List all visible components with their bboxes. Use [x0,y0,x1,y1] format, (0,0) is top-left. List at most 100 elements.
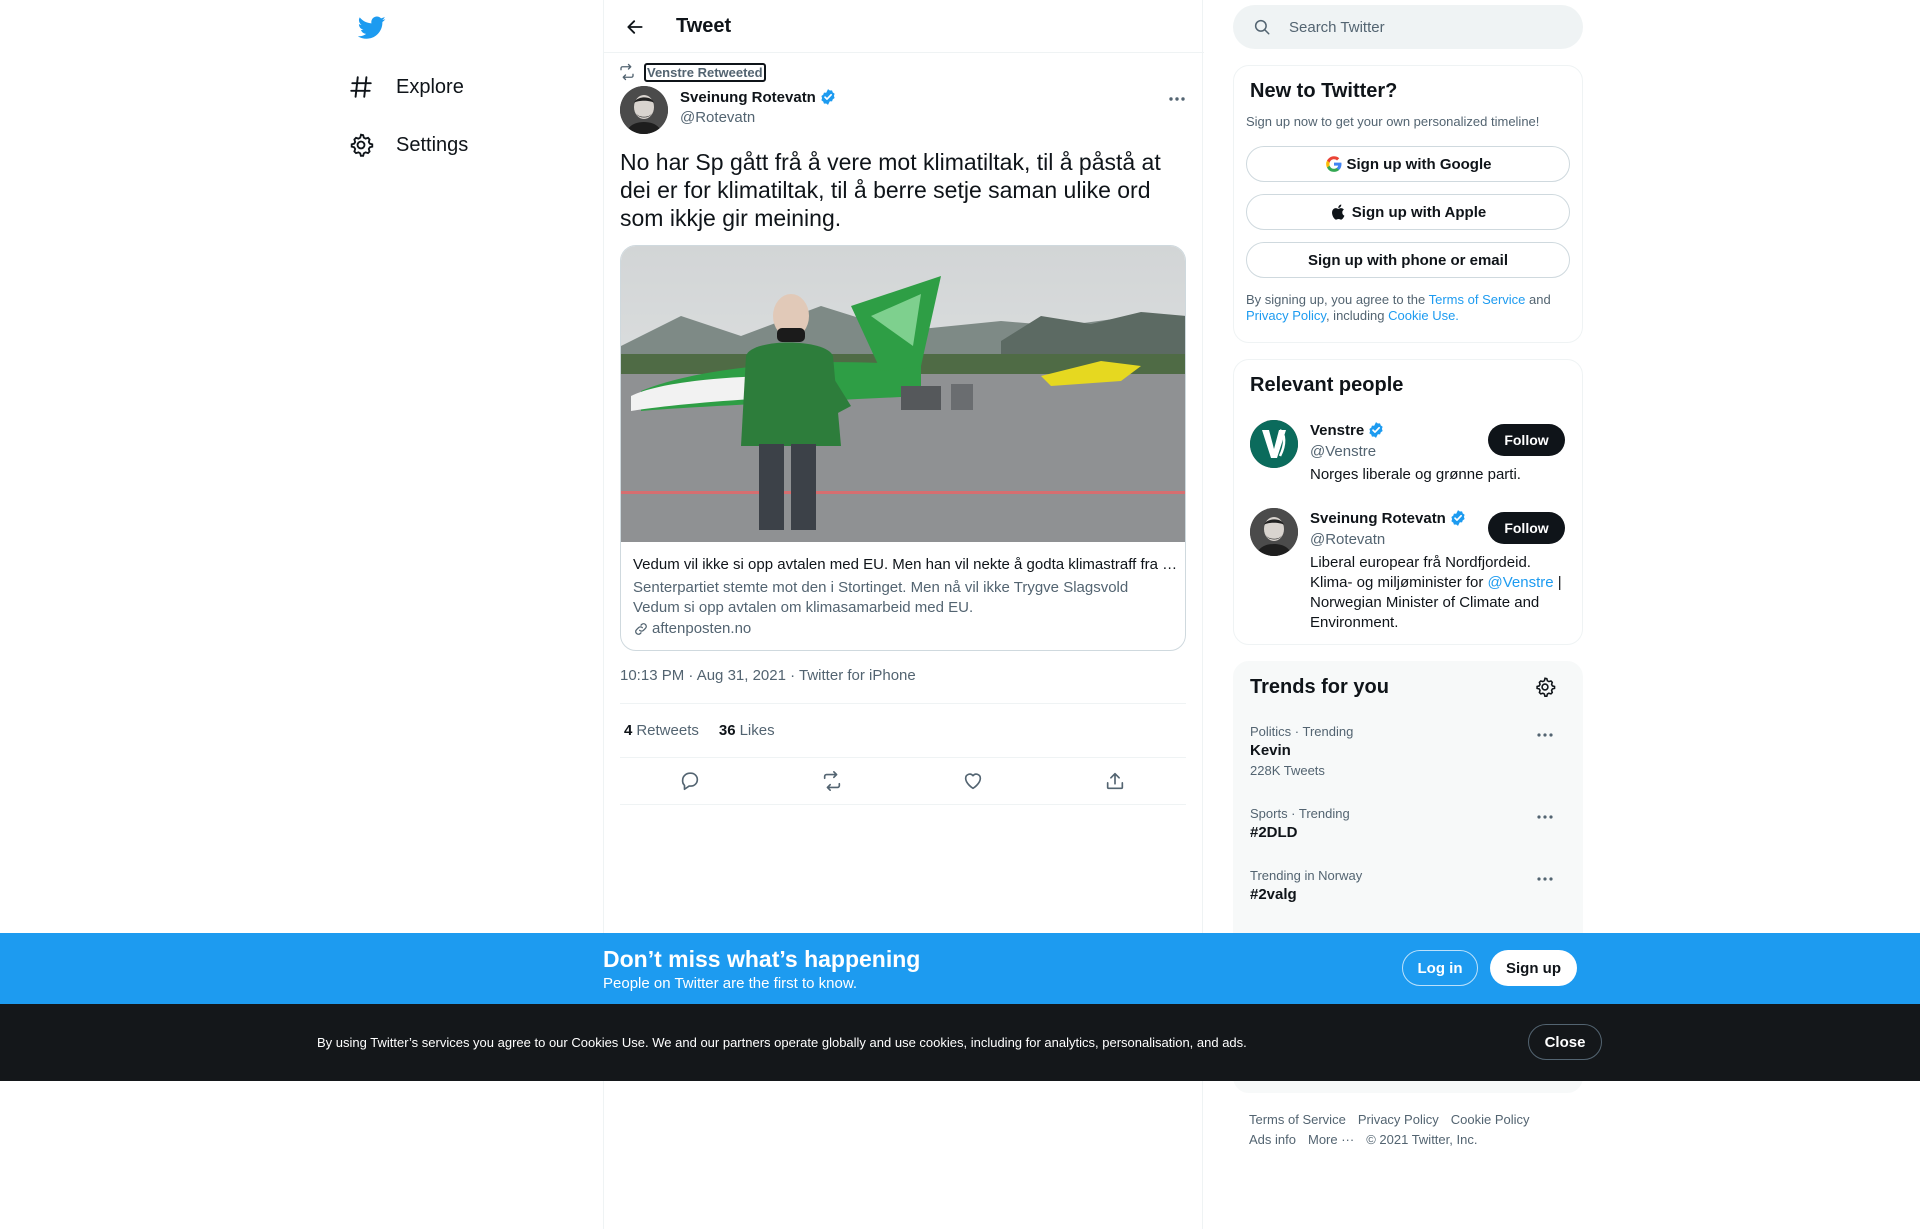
retweets-label: Retweets [636,722,699,739]
retweets-count: 4 [624,722,633,739]
likes-count: 36 [718,722,736,739]
search-input[interactable] [1289,18,1549,36]
card-image [621,246,1185,542]
signup-apple-button[interactable]: Sign up with Apple [1246,194,1570,230]
retweets-stat[interactable]: 4 Retweets [624,722,699,739]
trends-title: Trends for you [1250,676,1389,698]
search-box[interactable] [1233,5,1583,49]
retweeted-by-link[interactable]: Venstre Retweeted [644,62,766,82]
relevant-people-panel: Relevant people Venstre @Venstre Norges … [1233,359,1583,645]
more-dots-icon[interactable] [1536,732,1558,748]
nav-item-label: Explore [396,75,464,98]
signup-button[interactable]: Sign up [1490,950,1577,986]
footer-ads-link[interactable]: Ads info [1249,1130,1296,1150]
avatar[interactable] [1250,420,1298,468]
google-icon [1325,155,1343,173]
person-name[interactable]: Sveinung Rotevatn [1310,509,1467,527]
retweeted-indicator: Venstre Retweeted [618,62,766,82]
signup-banner [0,933,1920,1004]
share-button[interactable] [1102,768,1128,794]
footer-links: Terms of Service Privacy Policy Cookie Pol… [1249,1110,1569,1150]
gear-icon [348,132,374,158]
footer-copyright: © 2021 Twitter, Inc. [1366,1132,1478,1147]
likes-stat[interactable]: 36 Likes [719,722,775,739]
page-title: Tweet [676,15,732,37]
trend-name: #2valg [1250,886,1297,903]
trend-category: Politics · Trending [1250,724,1354,739]
trend-item[interactable]: Sports · Trending #2DLD [1250,806,1570,841]
cookie-close-button[interactable]: Close [1528,1024,1602,1060]
avatar[interactable] [1250,508,1298,556]
nav-item-explore[interactable]: Explore [348,64,464,110]
person-handle[interactable]: @Rotevatn [1310,531,1385,548]
author-handle[interactable]: @Rotevatn [680,109,755,126]
retweet-icon [821,770,843,792]
legal-text: By signing up, you agree to the [1246,292,1429,307]
person-bio: Liberal europear frå Nordfjordeid. Klima… [1310,553,1572,633]
footer-cookie-link[interactable]: Cookie Policy [1451,1110,1530,1130]
signup-google-button[interactable]: Sign up with Google [1246,146,1570,182]
legal-text: and [1525,292,1551,307]
signup-phone-button[interactable]: Sign up with phone or email [1246,242,1570,278]
tweet-text: No har Sp gått frå å vere mot klimatilta… [620,149,1161,231]
hashtag-icon [348,74,374,100]
tweet-actions [620,758,1186,805]
banner-subtitle: People on Twitter are the first to know. [603,975,858,992]
trend-item[interactable]: Politics · Trending Kevin 228K Tweets [1250,724,1570,778]
twitter-bird-icon[interactable] [351,8,393,48]
reply-button[interactable] [677,768,703,794]
nav-item-label: Settings [396,133,469,156]
footer-more-link[interactable]: More ··· [1308,1130,1354,1150]
apple-icon [1330,203,1348,221]
follow-button[interactable]: Follow [1488,424,1565,456]
link-icon [633,621,649,637]
more-dots-icon[interactable] [1536,876,1558,892]
gear-icon[interactable] [1534,676,1556,698]
author-name[interactable]: Sveinung Rotevatn [680,88,837,106]
likes-label: Likes [739,722,775,739]
signup-legal: By signing up, you agree to the Terms of… [1246,292,1572,324]
signup-apple-label: Sign up with Apple [1351,203,1487,221]
reply-icon [679,770,701,792]
person-handle[interactable]: @Venstre [1310,443,1376,460]
person-name[interactable]: Venstre [1310,421,1385,439]
more-dots-icon[interactable] [1536,814,1558,830]
cookie-text: By using Twitter’s services you agree to… [317,1035,1247,1050]
venstre-mention-link[interactable]: @Venstre [1488,574,1554,591]
verified-badge-icon [1449,509,1467,527]
person-bio: Norges liberale og grønne parti. [1310,466,1521,483]
avatar[interactable] [620,86,668,134]
footer-terms-link[interactable]: Terms of Service [1249,1110,1346,1130]
person-name-text: Sveinung Rotevatn [1310,509,1446,527]
card-domain: aftenposten.no [633,620,751,637]
follow-button[interactable]: Follow [1488,512,1565,544]
signup-title: New to Twitter? [1250,80,1398,102]
cookie-use-link[interactable]: Cookie Use. [1388,308,1459,323]
tweet-timestamp[interactable]: 10:13 PM · Aug 31, 2021 · Twitter for iP… [620,667,916,684]
terms-link[interactable]: Terms of Service [1429,292,1526,307]
author-name-text: Sveinung Rotevatn [680,88,816,106]
signup-phone-label: Sign up with phone or email [1307,251,1508,269]
signup-panel: New to Twitter? Sign up now to get your … [1233,65,1583,343]
like-button[interactable] [960,768,986,794]
card-title: Vedum vil ikke si opp avtalen med EU. Me… [633,556,1179,573]
nav-item-settings[interactable]: Settings [348,122,468,168]
footer-privacy-link[interactable]: Privacy Policy [1358,1110,1439,1130]
verified-badge-icon [819,88,837,106]
trend-name: Kevin [1250,742,1291,759]
legal-text: , including [1325,308,1389,323]
privacy-link[interactable]: Privacy Policy [1246,308,1326,323]
search-icon [1253,18,1271,36]
login-button[interactable]: Log in [1402,950,1478,986]
verified-badge-icon [1367,421,1385,439]
retweet-button[interactable] [819,768,845,794]
card-description: Senterpartiet stemte mot den i Stortinge… [633,579,1129,616]
link-card[interactable]: Vedum vil ikke si opp avtalen med EU. Me… [620,245,1186,651]
signup-google-label: Sign up with Google [1346,155,1492,173]
trend-name: #2DLD [1250,824,1298,841]
retweet-icon [618,63,636,81]
back-button[interactable] [618,10,652,44]
trend-item[interactable]: Trending in Norway #2valg [1250,868,1570,903]
trend-count: 228K Tweets [1250,763,1325,778]
tweet-more-button[interactable] [1160,86,1194,112]
